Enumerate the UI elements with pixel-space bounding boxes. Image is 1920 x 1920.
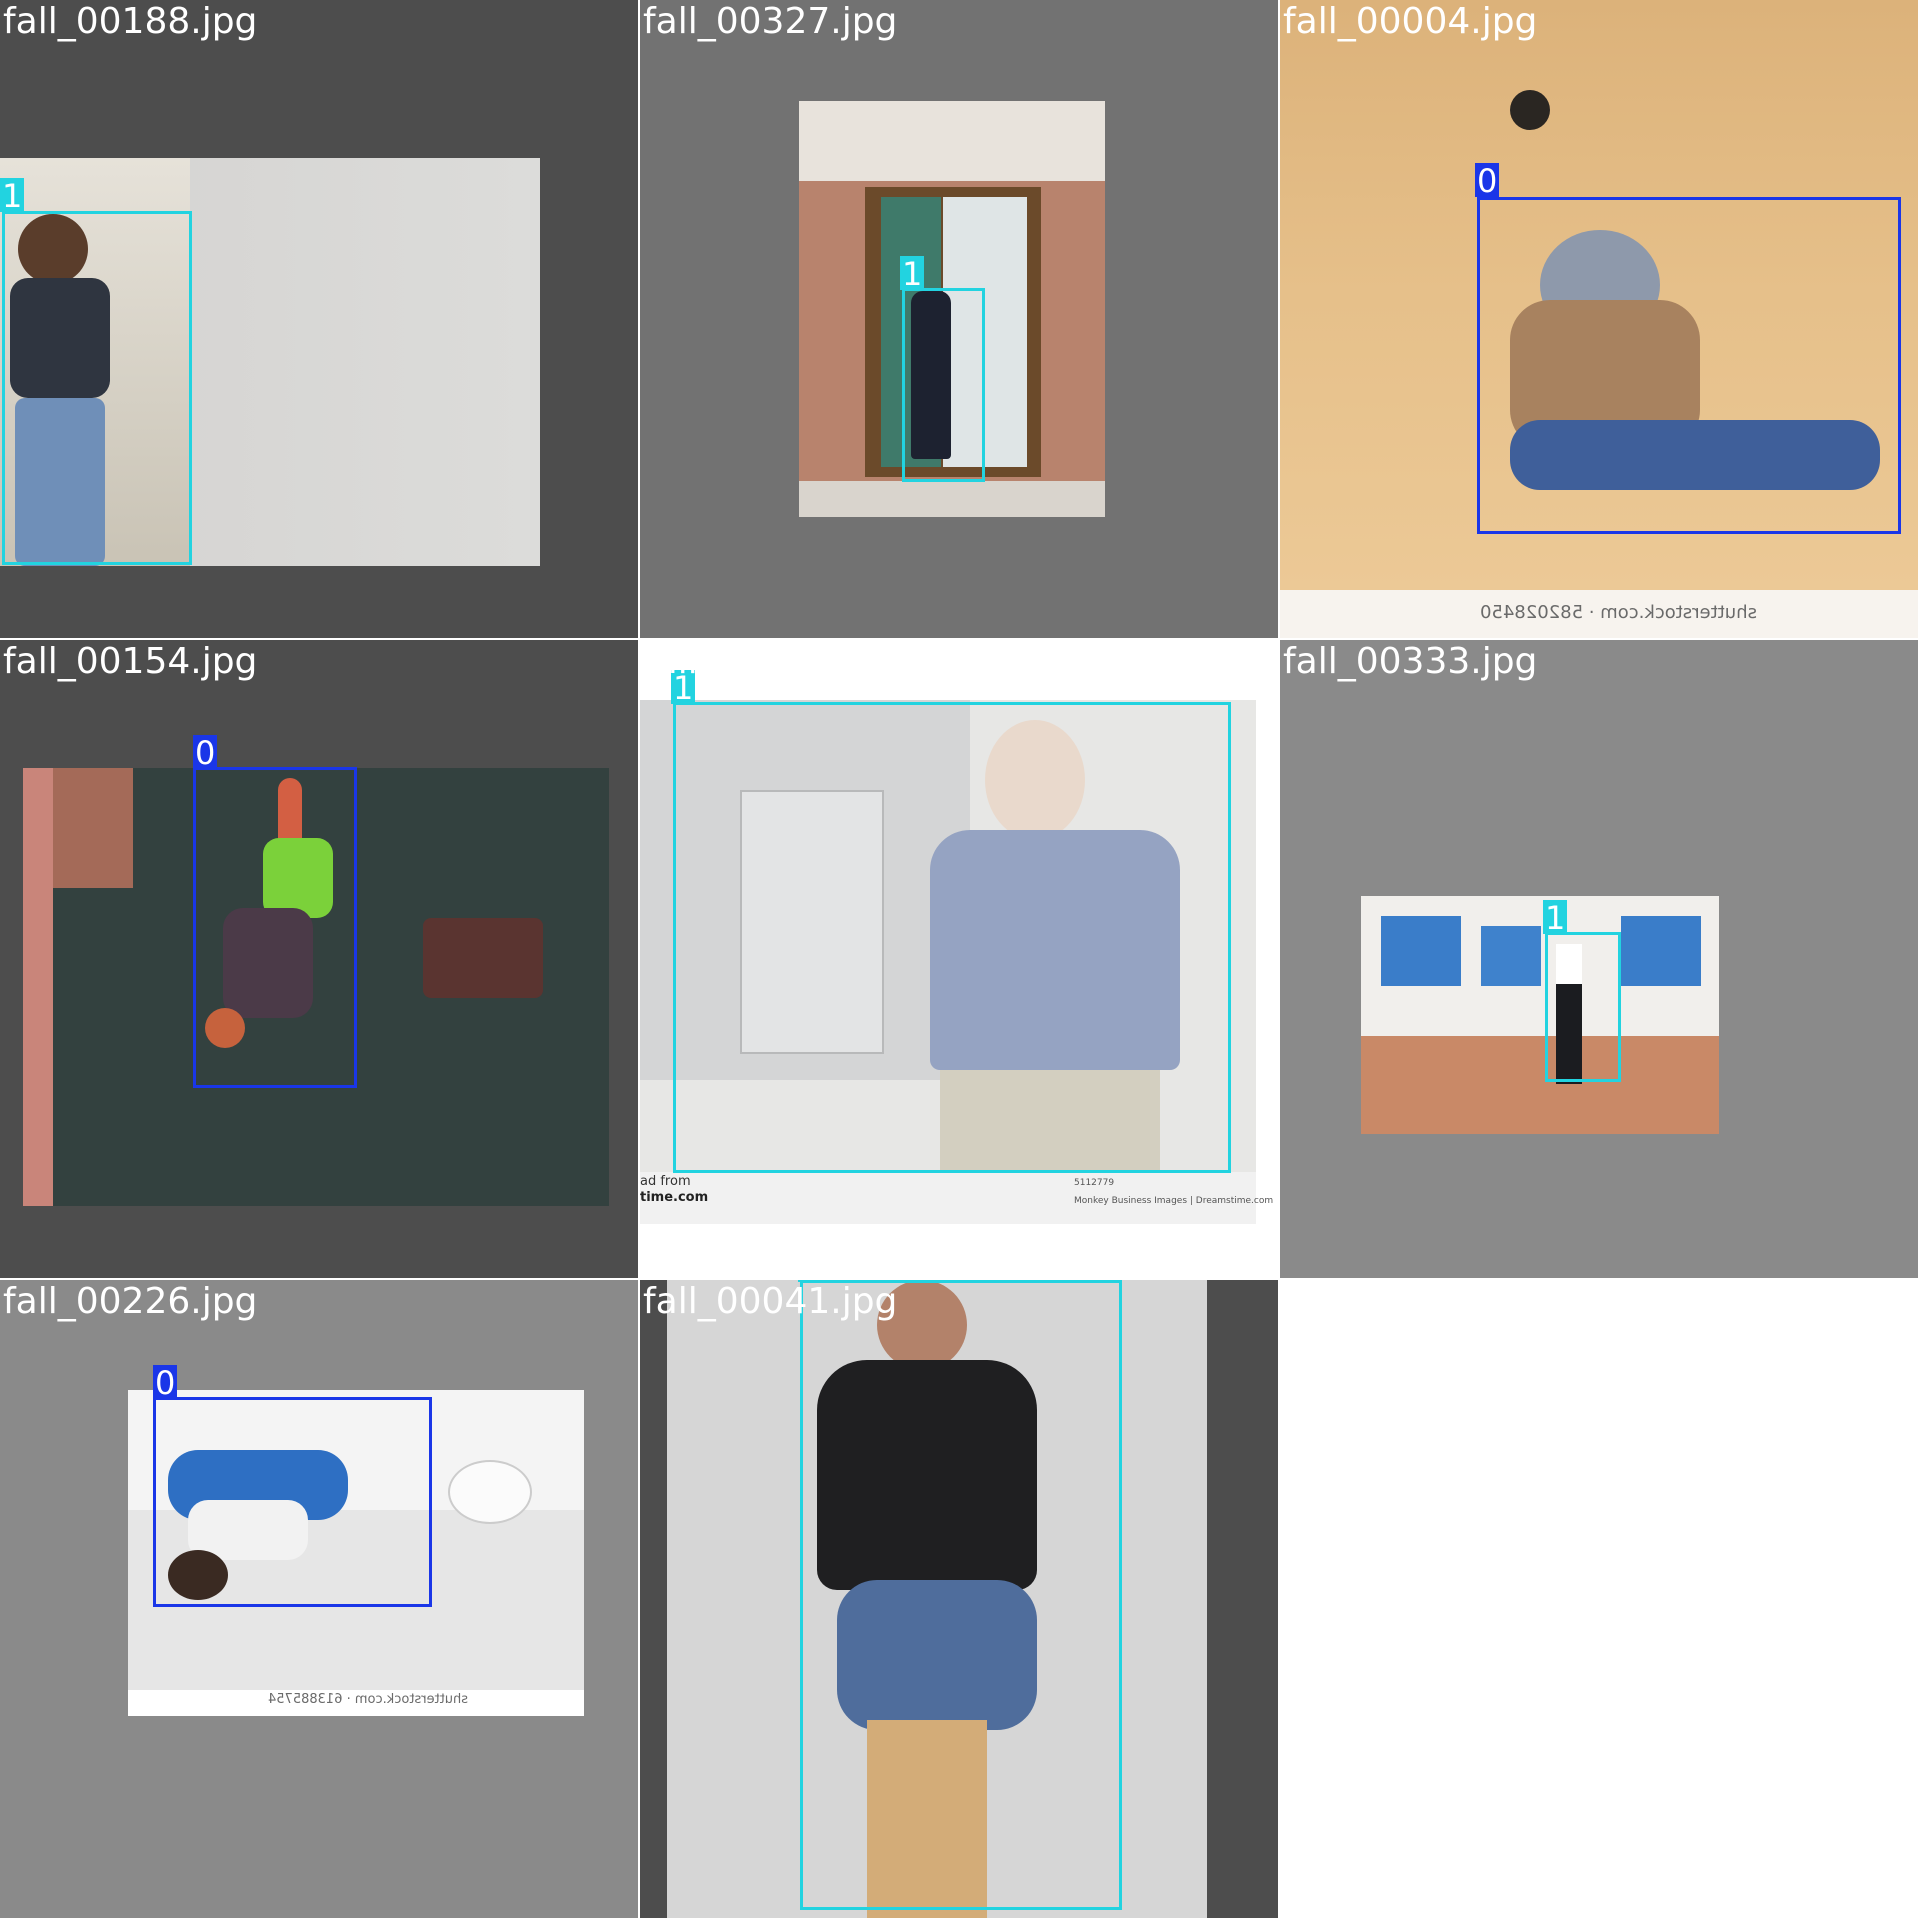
divider-vertical [1278,0,1280,1280]
thrown-shoe [1510,90,1550,130]
caption-line1: ad from [640,1174,691,1189]
bbox-label: 1 [900,255,925,293]
tile-fall-00041[interactable]: 1 fall_00041.jpg [640,1280,1278,1918]
photo-man-empty-room [1361,896,1719,1134]
bbox-class-1 [902,288,985,482]
window-left [1381,916,1461,986]
mosaic-grid: 1 fall_00188.jpg 1 fall_00327.jpg shutte… [0,0,1920,1920]
divider-vertical [638,0,640,1920]
bbox-label: 1 [1543,899,1568,937]
bbox-class-0 [153,1397,432,1607]
watermark-text: shutterstock.com · 613885754 [268,1692,469,1707]
bbox-label: 0 [153,1364,178,1402]
tile-filename: fall_00041.jpg [643,1281,898,1322]
wall-edge [23,768,53,1206]
lintel [799,101,1105,181]
bbox-class-0 [1477,197,1901,534]
caption-line2: time.com [640,1190,709,1205]
bbox-class-1 [800,1280,1122,1910]
tile-filename: fall_00333.jpg [1283,641,1538,682]
paint-bucket [448,1460,532,1524]
tile-filename: fall_00188.jpg [3,1,258,42]
tile-fall-00416[interactable]: ad from time.com 5112779 Monkey Business… [640,640,1278,1278]
bbox-label: 0 [193,734,218,772]
tile-fall-00004[interactable]: shutterstock.com · 582028450 0 fall_0000… [1280,0,1918,638]
caption-id: 5112779 [1074,1178,1115,1188]
tile-fall-00188[interactable]: 1 fall_00188.jpg [0,0,638,638]
caption-credit: Monkey Business Images | Dreamstime.com [1074,1196,1274,1206]
tile-filename: fall_00004.jpg [1283,1,1538,42]
watermark-text: shutterstock.com · 582028450 [1480,602,1757,623]
window-center [1481,926,1541,986]
watermark-band: shutterstock.com · 582028450 [1280,590,1918,638]
tile-filename: fall_00154.jpg [3,641,258,682]
caption-band: ad from time.com 5112779 Monkey Business… [640,1172,1273,1224]
tile-fall-00226[interactable]: shutterstock.com · 613885754 0 fall_0022… [0,1280,638,1918]
bbox-label: 1 [0,177,25,215]
chair [423,918,543,998]
window-right [1621,916,1701,986]
bbox-class-0 [193,767,357,1088]
tile-filename: fall_00416.jpg [643,641,898,682]
ground [799,481,1105,517]
wood-floor [1361,1036,1719,1134]
tile-fall-00327[interactable]: 1 fall_00327.jpg [640,0,1278,638]
bbox-class-1 [1545,932,1621,1082]
bbox-label: 0 [1475,162,1500,200]
tile-filename: fall_00327.jpg [643,1,898,42]
shelf [53,768,133,888]
tile-filename: fall_00226.jpg [3,1281,258,1322]
bbox-class-1 [673,702,1231,1173]
divider-horizontal [0,638,1920,640]
divider-horizontal [0,1278,1280,1280]
bbox-class-1 [2,211,192,565]
tile-fall-00154[interactable]: 0 fall_00154.jpg [0,640,638,1278]
tile-fall-00333[interactable]: 1 fall_00333.jpg [1280,640,1918,1278]
